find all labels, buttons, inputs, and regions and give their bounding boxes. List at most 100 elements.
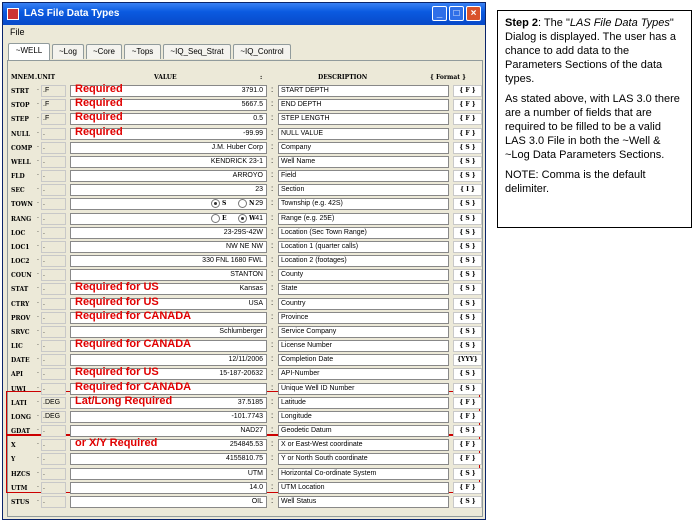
value-field[interactable]: Schlumberger bbox=[70, 325, 267, 338]
minimize-button[interactable]: _ bbox=[432, 6, 447, 21]
format-field[interactable]: { S } bbox=[453, 425, 482, 438]
unit-field[interactable]: . bbox=[41, 255, 66, 268]
description-field[interactable]: Geodetic Datum bbox=[278, 425, 449, 438]
value-field[interactable]: J.M. Huber Corp bbox=[70, 141, 267, 154]
unit-field[interactable]: . bbox=[41, 297, 66, 310]
format-field[interactable]: { S } bbox=[453, 325, 482, 338]
value-field[interactable]: KENDRICK 23-1 bbox=[70, 155, 267, 168]
description-field[interactable]: Location 2 (footages) bbox=[278, 255, 449, 268]
value-field[interactable]: 4155810.75 bbox=[70, 453, 267, 466]
value-field[interactable]: -101.7743 bbox=[70, 410, 267, 423]
format-field[interactable]: { S } bbox=[453, 368, 482, 381]
close-button[interactable]: × bbox=[466, 6, 481, 21]
value-field[interactable]: NAD27 bbox=[70, 425, 267, 438]
format-field[interactable]: { F } bbox=[453, 127, 482, 140]
value-field[interactable]: UTM bbox=[70, 467, 267, 480]
description-field[interactable]: State bbox=[278, 283, 449, 296]
format-field[interactable]: { F } bbox=[453, 481, 482, 494]
value-field[interactable]: 12/11/2006 bbox=[70, 354, 267, 367]
format-field[interactable]: { S } bbox=[453, 170, 482, 183]
tab-core[interactable]: ~Core bbox=[86, 44, 122, 59]
tab-iq-seq-strat[interactable]: ~IQ_Seq_Strat bbox=[163, 44, 231, 59]
unit-field[interactable]: . bbox=[41, 495, 66, 508]
unit-field[interactable]: . bbox=[41, 325, 66, 338]
unit-field[interactable]: . bbox=[41, 354, 66, 367]
radio-button-e[interactable] bbox=[211, 213, 220, 223]
unit-field[interactable]: .F bbox=[41, 113, 66, 126]
description-field[interactable]: Longitude bbox=[278, 410, 449, 423]
value-field[interactable]: 23-29S-42W bbox=[70, 226, 267, 239]
maximize-button[interactable]: □ bbox=[449, 6, 464, 21]
unit-field[interactable]: . bbox=[41, 141, 66, 154]
format-field[interactable]: { F } bbox=[453, 396, 482, 409]
description-field[interactable]: License Number bbox=[278, 340, 449, 353]
format-field[interactable]: { F } bbox=[453, 99, 482, 112]
format-field[interactable]: { S } bbox=[453, 297, 482, 310]
unit-field[interactable]: .F bbox=[41, 85, 66, 97]
description-field[interactable]: Range (e.g. 25E) bbox=[278, 212, 449, 225]
description-field[interactable]: Well Name bbox=[278, 155, 449, 168]
description-field[interactable]: Field bbox=[278, 170, 449, 183]
description-field[interactable]: END DEPTH bbox=[278, 99, 449, 112]
unit-field[interactable]: . bbox=[41, 170, 66, 183]
unit-field[interactable]: . bbox=[41, 212, 66, 225]
description-field[interactable]: Section bbox=[278, 184, 449, 197]
unit-field[interactable]: . bbox=[41, 311, 66, 324]
description-field[interactable]: STEP LENGTH bbox=[278, 113, 449, 126]
value-field[interactable]: NW NE NW bbox=[70, 240, 267, 253]
value-field[interactable]: 23 bbox=[70, 184, 267, 197]
format-field[interactable]: { S } bbox=[453, 255, 482, 268]
description-field[interactable]: Completion Date bbox=[278, 354, 449, 367]
format-field[interactable]: { S } bbox=[453, 467, 482, 480]
unit-field[interactable]: . bbox=[41, 184, 66, 197]
format-field[interactable]: { I } bbox=[453, 184, 482, 197]
description-field[interactable]: START DEPTH bbox=[278, 85, 449, 97]
unit-field[interactable]: . bbox=[41, 425, 66, 438]
format-field[interactable]: { S } bbox=[453, 340, 482, 353]
value-field[interactable]: 330 FNL 1680 FWL bbox=[70, 255, 267, 268]
tab-well[interactable]: ~WELL bbox=[8, 43, 50, 60]
tab-tops[interactable]: ~Tops bbox=[124, 44, 161, 59]
unit-field[interactable]: .F bbox=[41, 99, 66, 112]
description-field[interactable]: X or East-West coordinate bbox=[278, 439, 449, 452]
description-field[interactable]: County bbox=[278, 269, 449, 282]
description-field[interactable]: Location 1 (quarter calls) bbox=[278, 240, 449, 253]
format-field[interactable]: { S } bbox=[453, 283, 482, 296]
unit-field[interactable]: . bbox=[41, 283, 66, 296]
unit-field[interactable]: . bbox=[41, 368, 66, 381]
value-field[interactable]: ARROYO bbox=[70, 170, 267, 183]
description-field[interactable]: Y or North South coordinate bbox=[278, 453, 449, 466]
format-field[interactable]: { S } bbox=[453, 311, 482, 324]
description-field[interactable]: Township (e.g. 42S) bbox=[278, 198, 449, 211]
unit-field[interactable]: . bbox=[41, 127, 66, 140]
unit-field[interactable]: . bbox=[41, 467, 66, 480]
unit-field[interactable]: . bbox=[41, 439, 66, 452]
menu-file[interactable]: File bbox=[10, 27, 25, 37]
format-field[interactable]: { S } bbox=[453, 382, 482, 395]
description-field[interactable]: NULL VALUE bbox=[278, 127, 449, 140]
description-field[interactable]: Company bbox=[278, 141, 449, 154]
unit-field[interactable]: . bbox=[41, 453, 66, 466]
unit-field[interactable]: . bbox=[41, 340, 66, 353]
unit-field[interactable]: . bbox=[41, 382, 66, 395]
format-field[interactable]: { F } bbox=[453, 113, 482, 126]
description-field[interactable]: Horizontal Co-ordinate System bbox=[278, 467, 449, 480]
tab-log[interactable]: ~Log bbox=[52, 44, 84, 59]
format-field[interactable]: { S } bbox=[453, 141, 482, 154]
format-field[interactable]: { F } bbox=[453, 410, 482, 423]
format-field[interactable]: { F } bbox=[453, 439, 482, 452]
description-field[interactable]: Location (Sec Town Range) bbox=[278, 226, 449, 239]
description-field[interactable]: Province bbox=[278, 311, 449, 324]
unit-field[interactable]: . bbox=[41, 155, 66, 168]
format-field[interactable]: { S } bbox=[453, 226, 482, 239]
format-field[interactable]: { S } bbox=[453, 155, 482, 168]
format-field[interactable]: { S } bbox=[453, 198, 482, 211]
format-field[interactable]: { S } bbox=[453, 269, 482, 282]
value-field[interactable]: STANTON bbox=[70, 269, 267, 282]
unit-field[interactable]: .DEG bbox=[41, 396, 66, 409]
radio-button-w[interactable] bbox=[238, 213, 247, 223]
tab-iq-control[interactable]: ~IQ_Control bbox=[233, 44, 291, 59]
format-field[interactable]: { S } bbox=[453, 212, 482, 225]
unit-field[interactable]: . bbox=[41, 269, 66, 282]
unit-field[interactable]: . bbox=[41, 226, 66, 239]
